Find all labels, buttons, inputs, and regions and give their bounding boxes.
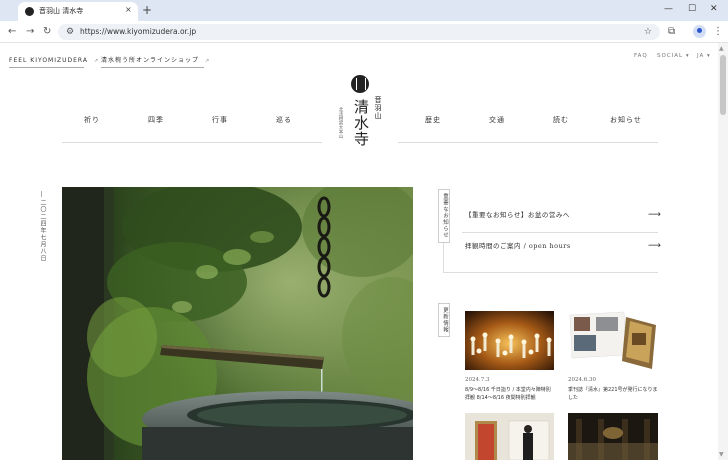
scrollbar-thumb[interactable] [720, 55, 726, 115]
update-caption[interactable]: 8/9〜8/16 千日詣り / 本堂内々陣特別 [465, 386, 551, 394]
feel-kiyomizudera-label: FEEL KIYOMIZUDERA [9, 57, 88, 64]
tab-title: 音羽山 清水寺 [39, 7, 84, 15]
notice-divider [443, 272, 658, 273]
language-menu[interactable]: JA ▾ [697, 52, 711, 60]
magazine-photo [568, 311, 658, 370]
stone-basin-photo [62, 187, 413, 460]
online-shop-label: 清水椀う所オンラインショップ [101, 57, 200, 64]
nav-divider [62, 142, 322, 143]
arrow-right-icon[interactable]: ⟶ [648, 242, 661, 251]
site-favicon-icon [25, 7, 34, 16]
profile-avatar[interactable] [693, 25, 706, 38]
nav-item-kotsu[interactable]: 交通 [489, 115, 505, 125]
link-underline [101, 67, 204, 68]
hall-photo [568, 413, 658, 460]
social-menu[interactable]: SOCIAL ▾ [657, 52, 690, 60]
updates-tag: 更新情報 [438, 303, 450, 337]
browser-menu-icon[interactable]: ⋮ [713, 25, 723, 39]
browser-tab[interactable]: 音羽山 清水寺 × [18, 2, 138, 21]
date-marker [41, 191, 42, 197]
notices-rule [443, 243, 444, 273]
update-date: 2024.6.30 [568, 377, 596, 383]
feel-kiyomizudera-link[interactable]: FEEL KIYOMIZUDERA ↗ [9, 57, 99, 65]
update-thumb-hall[interactable] [568, 413, 658, 460]
forward-icon[interactable]: → [26, 25, 34, 39]
external-link-icon: ↗ [205, 58, 211, 64]
online-shop-link[interactable]: 清水椀う所オンラインショップ ↗ [101, 57, 210, 65]
window-close-icon[interactable]: ✕ [710, 3, 718, 15]
update-thumb-candles[interactable] [465, 311, 554, 370]
hero-photo[interactable] [62, 187, 413, 460]
external-link-icon: ↗ [93, 58, 100, 64]
arrow-right-icon[interactable]: ⟶ [648, 211, 661, 220]
address-bar[interactable]: ⚙ https://www.kiyomizudera.or.jp ☆ [58, 24, 660, 40]
calligraphy-photo [465, 413, 554, 460]
update-thumb-magazine[interactable] [568, 311, 658, 370]
hero-date: 二〇二四年七月八日 [39, 199, 46, 262]
notice-divider [462, 232, 658, 233]
nav-item-gyoji[interactable]: 行事 [212, 115, 228, 125]
logo-temple-name[interactable]: 清水寺 [351, 99, 372, 147]
logo-subtitle: 北法相宗大本山 [338, 107, 343, 139]
update-caption[interactable]: 拝観 8/14〜8/16 夜間特別拝観 [465, 394, 536, 402]
candles-photo [465, 311, 554, 370]
nav-item-shiki[interactable]: 四季 [148, 115, 164, 125]
reload-icon[interactable]: ↻ [43, 25, 51, 39]
new-tab-icon[interactable]: + [142, 3, 152, 17]
temple-logo-icon[interactable] [351, 75, 369, 93]
nav-item-meguru[interactable]: 巡る [276, 115, 292, 125]
window-minimize-icon[interactable]: — [664, 3, 673, 15]
browser-toolbar: ← → ↻ ⚙ https://www.kiyomizudera.or.jp ☆… [0, 21, 728, 43]
nav-item-inori[interactable]: 祈り [84, 115, 100, 125]
nav-item-rekishi[interactable]: 歴史 [425, 115, 441, 125]
update-caption[interactable]: した [568, 394, 578, 402]
nav-item-oshirase[interactable]: お知らせ [610, 115, 642, 125]
web-page: FEEL KIYOMIZUDERA ↗ 清水椀う所オンラインショップ ↗ FAQ S… [0, 43, 718, 460]
logo-mountain-name: 音羽山 [374, 96, 382, 120]
link-underline [9, 67, 84, 68]
update-date: 2024.7.3 [465, 377, 490, 383]
bookmark-star-icon[interactable]: ☆ [644, 25, 652, 39]
update-thumb-calligraphy[interactable] [465, 413, 554, 460]
faq-link[interactable]: FAQ [634, 52, 648, 60]
notice-link-hours[interactable]: 拝観時間のご案内 / open hours [465, 242, 571, 251]
update-caption[interactable]: 季刊誌『清水』第221号が発行になりま [568, 386, 658, 394]
scroll-down-icon[interactable]: ▼ [719, 451, 724, 458]
scroll-up-icon[interactable]: ▲ [719, 45, 724, 52]
tab-close-icon[interactable]: × [125, 5, 132, 15]
page-scrollbar[interactable]: ▲ ▼ [718, 43, 728, 460]
browser-tab-bar: 音羽山 清水寺 × + — ☐ ✕ [0, 0, 728, 21]
nav-item-yomu[interactable]: 読む [553, 115, 569, 125]
url-text[interactable]: https://www.kiyomizudera.or.jp [80, 27, 196, 37]
extensions-icon[interactable]: ⧉ [668, 25, 675, 39]
notice-link-obon[interactable]: 【重要なお知らせ】お盆の営みへ [465, 211, 570, 220]
back-icon[interactable]: ← [8, 25, 16, 39]
window-maximize-icon[interactable]: ☐ [688, 3, 696, 15]
notices-tag: 重要なお知らせ [438, 189, 450, 243]
nav-divider [398, 142, 658, 143]
site-info-icon[interactable]: ⚙ [66, 25, 74, 39]
